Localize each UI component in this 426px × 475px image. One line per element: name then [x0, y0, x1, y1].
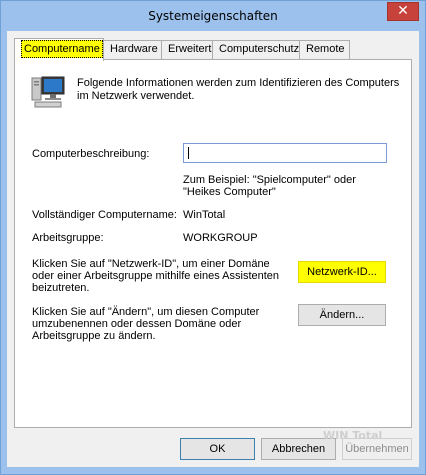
full-computer-name-value: WinTotal	[183, 209, 226, 221]
ok-button[interactable]: OK	[180, 438, 255, 460]
network-id-button[interactable]: Netzwerk-ID...	[298, 261, 386, 283]
tab-computername[interactable]: Computername	[14, 38, 104, 61]
tab-erweitert[interactable]: Erweitert	[161, 40, 213, 59]
tab-computerschutz-label: Computerschutz	[219, 43, 300, 55]
change-button[interactable]: Ändern...	[298, 304, 386, 326]
description-label: Computerbeschreibung:	[32, 148, 150, 160]
tab-erweitert-label: Erweitert	[168, 43, 212, 55]
close-icon: ✕	[397, 3, 409, 19]
tab-remote[interactable]: Remote	[299, 40, 350, 59]
change-text-line-3: Arbeitsgruppe zu ändern.	[32, 330, 156, 342]
text-caret	[188, 147, 189, 159]
workgroup-value: WORKGROUP	[183, 232, 258, 244]
computer-description-input[interactable]	[183, 143, 387, 163]
computer-monitor-icon	[31, 76, 65, 108]
tab-computername-label: Computername	[21, 40, 103, 58]
window-title: Systemeigenschaften	[148, 9, 278, 23]
wintotal-watermark: WIN Total	[323, 429, 383, 442]
intro-text-line-2: im Netzwerk verwendet.	[77, 90, 195, 102]
tab-panel-computername: Folgende Informationen werden zum Identi…	[14, 59, 412, 428]
workgroup-label: Arbeitsgruppe:	[32, 232, 104, 244]
tab-remote-label: Remote	[306, 43, 345, 55]
example-text-line-2: "Heikes Computer"	[183, 186, 276, 198]
tab-computerschutz[interactable]: Computerschutz	[212, 40, 300, 59]
close-button[interactable]: ✕	[387, 2, 419, 21]
dialog-client-area: Computername Hardware Erweitert Computer…	[7, 31, 419, 467]
tab-hardware[interactable]: Hardware	[103, 40, 162, 59]
intro-text-line-1: Folgende Informationen werden zum Identi…	[77, 77, 400, 89]
title-bar[interactable]: Systemeigenschaften ✕	[1, 1, 425, 31]
full-computer-name-label: Vollständiger Computername:	[32, 209, 177, 221]
network-id-text-line-3: beizutreten.	[32, 282, 90, 294]
tab-hardware-label: Hardware	[110, 43, 158, 55]
system-properties-window: Systemeigenschaften ✕ Computername Hardw…	[0, 0, 426, 475]
